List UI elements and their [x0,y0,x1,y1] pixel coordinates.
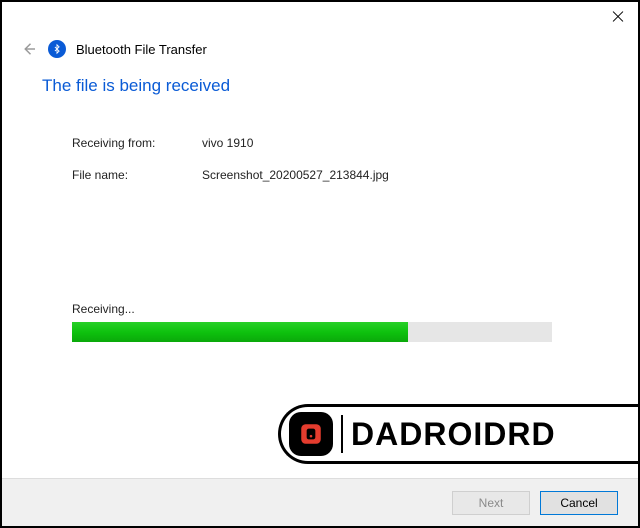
file-name-label: File name: [72,168,202,182]
receiving-from-value: vivo 1910 [202,136,253,150]
watermark-overlay: DADROIDRD [278,404,638,464]
progress-fill [72,322,408,342]
window-title: Bluetooth File Transfer [76,42,207,57]
bluetooth-icon [48,40,66,58]
watermark-text: DADROIDRD [351,416,556,453]
receiving-from-label: Receiving from: [72,136,202,150]
receiving-from-row: Receiving from: vivo 1910 [42,136,598,150]
progress-bar [72,322,552,342]
status-heading: The file is being received [42,76,598,96]
file-name-value: Screenshot_20200527_213844.jpg [202,168,389,182]
back-arrow-icon[interactable] [20,40,38,58]
watermark-separator [341,415,343,453]
wizard-header: Bluetooth File Transfer [2,32,638,76]
watermark-logo-icon [289,412,333,456]
progress-label: Receiving... [72,302,598,316]
cancel-button[interactable]: Cancel [540,491,618,515]
file-name-row: File name: Screenshot_20200527_213844.jp… [42,168,598,182]
next-button: Next [452,491,530,515]
wizard-footer: Next Cancel [2,478,638,526]
close-icon[interactable] [610,9,626,25]
